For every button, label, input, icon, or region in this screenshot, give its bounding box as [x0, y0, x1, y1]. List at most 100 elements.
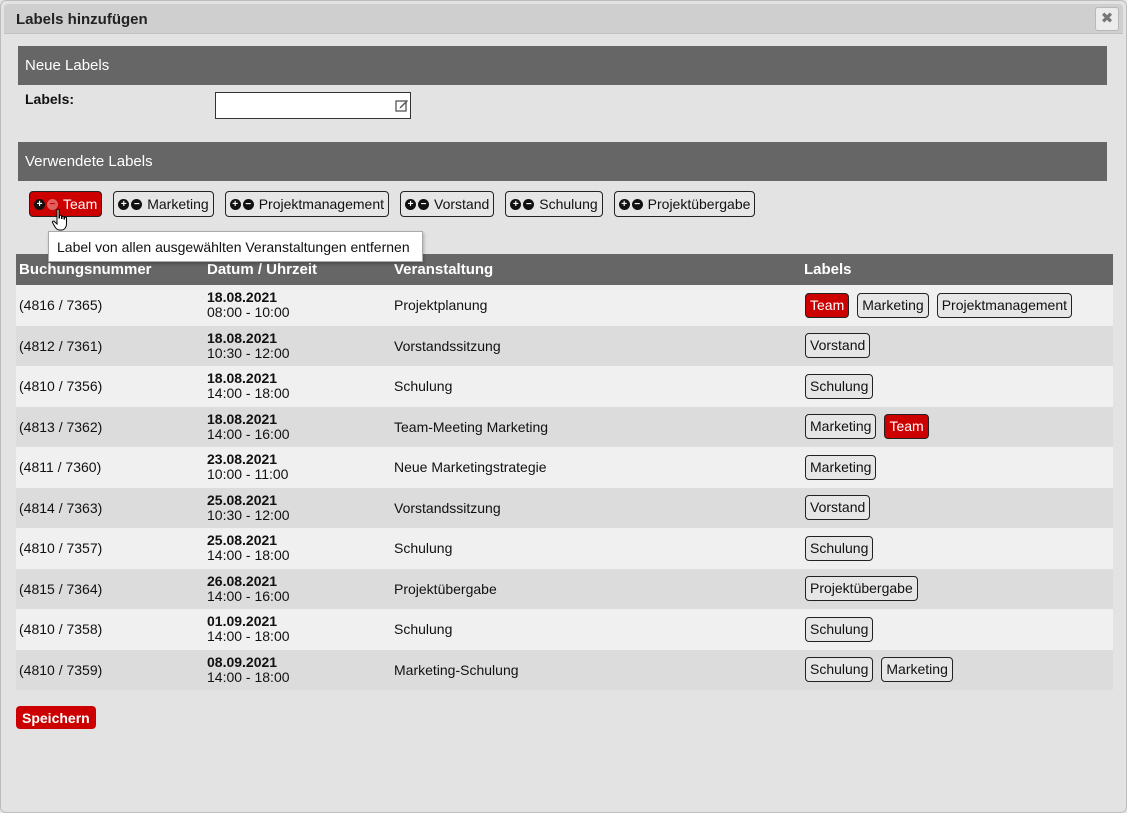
row-label-tag[interactable]: Vorstand [805, 333, 871, 359]
used-label-chip[interactable]: + − Marketing [113, 191, 214, 217]
labels-cell: Team Marketing Projektmanagement [801, 285, 1113, 326]
new-labels-heading: Neue Labels [18, 46, 1107, 85]
event-name: Projektübergabe [391, 568, 801, 609]
used-label-chip[interactable]: + − Projektmanagement [224, 191, 389, 217]
labels-cell: Schulung [801, 528, 1113, 569]
row-label-tag[interactable]: Marketing [805, 414, 877, 440]
booking-number: (4810 / 7356) [16, 366, 204, 407]
event-time: 10:00 - 11:00 [207, 466, 289, 483]
table-row: (4811 / 7360) 23.08.2021 10:00 - 11:00 Neue… [16, 447, 1113, 488]
used-labels-list: + − Team + − Marketing + − Projektmanagement + − Vo… [29, 191, 756, 217]
event-date: 18.08.2021 [207, 410, 278, 427]
date-time-cell: 08.09.2021 14:00 - 18:00 [204, 649, 391, 690]
row-label-tag[interactable]: Projektübergabe [805, 576, 918, 602]
event-name: Schulung [391, 366, 801, 407]
remove-label-icon[interactable]: − [242, 198, 254, 210]
event-time: 14:00 - 18:00 [207, 547, 290, 564]
row-label-tag[interactable]: Team [805, 292, 850, 318]
add-label-icon[interactable]: + [34, 198, 45, 210]
booking-number: (4811 / 7360) [16, 447, 204, 488]
booking-number: (4812 / 7361) [16, 325, 204, 366]
row-label-tag[interactable]: Schulung [805, 535, 874, 561]
add-label-icon[interactable]: + [510, 198, 522, 210]
date-time-cell: 18.08.2021 14:00 - 18:00 [204, 366, 391, 407]
save-button[interactable]: Speichern [16, 706, 96, 729]
event-date: 08.09.2021 [207, 653, 278, 670]
row-label-tag[interactable]: Schulung [805, 657, 874, 683]
row-label-tag[interactable]: Marketing [857, 292, 929, 318]
used-label-text: Marketing [147, 196, 209, 212]
labels-cell: Schulung Marketing [801, 649, 1113, 690]
header-labels[interactable]: Labels [801, 254, 1113, 285]
event-time: 14:00 - 18:00 [207, 385, 290, 402]
labels-cell: Schulung [801, 609, 1113, 650]
event-date: 18.08.2021 [207, 289, 278, 306]
table-row: (4815 / 7364) 26.08.2021 14:00 - 16:00 Proj… [16, 568, 1113, 609]
booking-number: (4815 / 7364) [16, 568, 204, 609]
close-button[interactable]: ✖ [1095, 7, 1119, 31]
dialog-title: Labels hinzufügen [16, 11, 148, 28]
remove-label-tooltip: Label von allen ausgewählten Veranstaltu… [48, 231, 423, 262]
event-name: Schulung [391, 528, 801, 569]
date-time-cell: 18.08.2021 14:00 - 16:00 [204, 406, 391, 447]
used-label-text: Schulung [539, 196, 598, 212]
table-row: (4810 / 7358) 01.09.2021 14:00 - 18:00 Schu… [16, 609, 1113, 650]
add-label-icon[interactable]: + [118, 198, 130, 210]
row-label-tag[interactable]: Vorstand [805, 495, 871, 521]
date-time-cell: 23.08.2021 10:00 - 11:00 [204, 447, 391, 488]
labels-input-wrapper [215, 92, 411, 119]
labels-field-label: Labels: [25, 91, 75, 107]
row-label-tag[interactable]: Marketing [805, 454, 877, 480]
header-event[interactable]: Veranstaltung [391, 254, 801, 285]
used-label-text: Projektübergabe [647, 196, 751, 212]
event-name: Schulung [391, 609, 801, 650]
remove-label-icon[interactable]: − [631, 198, 643, 210]
add-label-icon[interactable]: + [618, 198, 630, 210]
labels-input[interactable] [216, 93, 386, 118]
event-time: 14:00 - 18:00 [207, 668, 290, 685]
event-name: Team-Meeting Marketing [391, 406, 801, 447]
labels-cell: Vorstand [801, 325, 1113, 366]
event-time: 10:30 - 12:00 [207, 506, 290, 523]
event-date: 01.09.2021 [207, 613, 278, 630]
add-label-icon[interactable]: + [229, 198, 241, 210]
row-label-tag[interactable]: Team [884, 414, 929, 440]
date-time-cell: 25.08.2021 14:00 - 18:00 [204, 528, 391, 569]
bookings-table: Buchungsnummer Datum / Uhrzeit Veranstal… [16, 254, 1113, 690]
event-name: Marketing-Schulung [391, 649, 801, 690]
used-labels-heading: Verwendete Labels [18, 142, 1107, 181]
table-row: (4813 / 7362) 18.08.2021 14:00 - 16:00 Team… [16, 406, 1113, 447]
event-time: 10:30 - 12:00 [207, 344, 290, 361]
event-time: 08:00 - 10:00 [207, 304, 290, 321]
used-label-chip[interactable]: + − Projektübergabe [613, 191, 756, 217]
booking-number: (4816 / 7365) [16, 285, 204, 326]
table-row: (4810 / 7356) 18.08.2021 14:00 - 18:00 Schu… [16, 366, 1113, 407]
row-label-tag[interactable]: Marketing [881, 657, 953, 683]
event-date: 18.08.2021 [207, 370, 278, 387]
row-label-tag[interactable]: Schulung [805, 373, 874, 399]
row-label-tag[interactable]: Schulung [805, 616, 874, 642]
hand-cursor-icon [51, 208, 67, 231]
event-date: 25.08.2021 [207, 532, 278, 549]
remove-label-icon[interactable]: − [523, 198, 535, 210]
event-date: 26.08.2021 [207, 572, 278, 589]
used-label-text: Projektmanagement [258, 196, 384, 212]
labels-cell: Vorstand [801, 487, 1113, 528]
event-time: 14:00 - 16:00 [207, 587, 290, 604]
edit-icon[interactable] [395, 98, 409, 112]
booking-number: (4810 / 7358) [16, 609, 204, 650]
remove-label-icon[interactable]: − [418, 198, 429, 210]
used-label-chip[interactable]: + − Vorstand [400, 191, 495, 217]
row-label-tag[interactable]: Projektmanagement [936, 292, 1072, 318]
event-name: Vorstandssitzung [391, 325, 801, 366]
add-label-icon[interactable]: + [405, 198, 416, 210]
remove-label-icon[interactable]: − [131, 198, 143, 210]
labels-cell: Marketing Team [801, 406, 1113, 447]
used-label-chip[interactable]: + − Schulung [505, 191, 603, 217]
table-row: (4816 / 7365) 18.08.2021 08:00 - 10:00 Proj… [16, 285, 1113, 326]
date-time-cell: 25.08.2021 10:30 - 12:00 [204, 487, 391, 528]
event-name: Projektplanung [391, 285, 801, 326]
used-label-text: Vorstand [434, 196, 490, 212]
event-date: 25.08.2021 [207, 491, 278, 508]
booking-number: (4813 / 7362) [16, 406, 204, 447]
